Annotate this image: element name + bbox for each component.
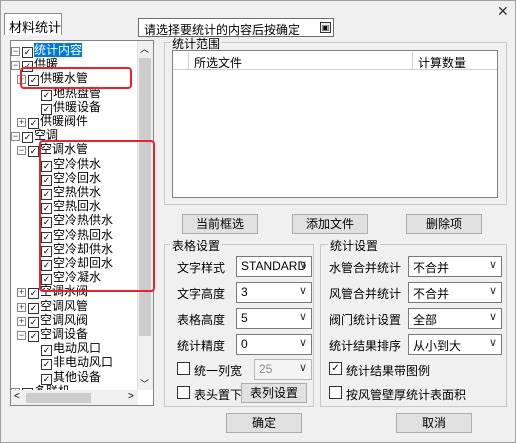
expand-icon[interactable]: + [17,288,26,298]
chevron-down-icon: ∨ [298,311,307,323]
tree-item[interactable]: ✓ 供暖设备 [41,99,102,115]
precision-value: 0 [241,337,248,351]
header-bottom-label: 表头置下 [194,388,243,402]
duct-merge-select[interactable]: 不合并 ∨ [408,282,502,303]
precision-label: 统计精度 [177,339,226,353]
expand-icon[interactable]: + [17,118,26,127]
tree-item[interactable]: − ✓ 空调设备 [17,327,89,342]
wall-thickness-checkbox[interactable] [329,386,342,399]
chevron-down-icon: ∨ [488,259,497,271]
tab-material-statistics[interactable]: 材料统计 [4,13,62,35]
precision-select[interactable]: 0 ∨ [236,334,312,355]
collapse-icon[interactable]: − [11,47,20,56]
chevron-down-icon: ∨ [298,285,307,297]
table-height-select[interactable]: 5 ∨ [236,308,312,329]
table-settings-label: 表格设置 [170,237,223,254]
chevron-down-icon: ∨ [488,337,497,349]
tree-item[interactable]: ✓ 其他设备 [41,369,102,385]
tree-item-label: 空调设备 [40,327,89,341]
collapse-icon[interactable]: − [11,132,20,142]
tree-item-label: 电动风口 [53,341,102,356]
tree-item[interactable]: ✓ 非电动风口 [41,355,114,371]
list-header-file[interactable]: 所选文件 [189,52,413,70]
chevron-down-icon: ∨ [298,259,307,271]
cancel-button[interactable]: 取消 [396,413,472,433]
chevron-down-icon: ∨ [298,337,307,349]
pipe-merge-value: 不合并 [413,261,450,275]
tree-item[interactable]: + ✓ 空调风管 [17,298,89,314]
uniform-width-select: 25 ∨ [254,359,312,380]
close-icon[interactable]: ✕ [497,3,509,20]
legend-checkbox[interactable]: ✓ [329,362,342,375]
text-style-select[interactable]: STANDARD ∨ [236,256,312,277]
highlight-box-heating-pipe [20,67,132,89]
pipe-merge-select[interactable]: 不合并 ∨ [408,256,502,277]
chevron-down-icon: ∨ [488,311,497,323]
current-frame-button[interactable]: 当前框选 [182,214,258,234]
valve-setting-select[interactable]: 全部 ∨ [408,308,502,329]
sort-select[interactable]: 从小到大 ∨ [408,334,502,355]
tree-checkbox[interactable]: ✓ [28,146,39,158]
stat-settings-label: 统计设置 [328,237,381,254]
sort-label: 统计结果排序 [329,339,402,353]
list-header-blank [173,52,189,70]
tree-item-label: 供暖阀件 [40,114,89,128]
tree-item-label: 其他设备 [53,369,102,384]
uniform-width-value: 25 [259,362,273,376]
expand-icon[interactable]: + [17,316,26,326]
tree-item[interactable]: ✓ 电动风口 [41,341,102,357]
chevron-down-icon: ∨ [298,362,307,374]
scroll-left-icon[interactable]: < [14,391,20,402]
text-style-value: STANDARD [241,259,307,273]
ok-button[interactable]: 确定 [226,413,302,433]
expand-icon[interactable]: + [17,302,26,312]
tree-hscroll-thumb[interactable] [26,393,91,403]
uniform-width-checkbox[interactable] [177,362,190,375]
duct-merge-value: 不合并 [413,287,450,301]
uniform-width-label: 统一列宽 [194,364,243,378]
delete-item-button[interactable]: 删除项 [406,214,482,234]
text-style-label: 文字样式 [177,261,226,275]
wall-thickness-label: 按风管壁厚统计表面积 [346,388,467,402]
duct-merge-label: 风管合并统计 [329,287,402,301]
tree-item-label: 统计内容 [34,43,83,57]
scroll-up-icon[interactable]: ︿ [140,42,149,55]
collapse-icon[interactable]: − [17,331,26,340]
text-height-select[interactable]: 3 ∨ [236,282,312,303]
table-height-label: 表格高度 [177,313,226,327]
legend-label: 统计结果带图例 [346,364,431,378]
tree-item[interactable]: − ✓ 统计内容 [11,43,83,58]
valve-setting-label: 阀门统计设置 [329,313,402,327]
text-height-value: 3 [241,285,248,299]
tree-item-label: 空调风管 [40,298,89,313]
scroll-down-icon[interactable]: ﹀ [140,377,149,390]
tooltip: 请选择要统计的内容后按确定 [138,18,334,37]
tree-item[interactable]: + ✓ 供暖阀件 [17,114,89,129]
tree-item[interactable]: + ✓ 空调风阀 [17,312,89,328]
text-height-label: 文字高度 [177,287,226,301]
table-height-value: 5 [241,311,248,325]
tree-item-label: 供暖设备 [53,99,102,114]
file-list[interactable]: 所选文件 计算数量 [172,50,498,198]
valve-setting-value: 全部 [413,313,438,327]
chevron-down-icon: ∨ [488,285,497,297]
pipe-merge-label: 水管合并统计 [329,261,402,275]
header-bottom-checkbox[interactable] [177,386,190,399]
scroll-right-icon[interactable]: > [128,391,134,402]
sort-value: 从小到大 [413,339,462,353]
collapse-icon[interactable]: − [11,61,20,71]
check-icon: ✓ [331,363,340,374]
highlight-box-ac-pipe [39,140,155,292]
tree-item-label: 空调风阀 [40,312,89,327]
add-file-button[interactable]: 添加文件 [292,214,368,234]
list-header-count[interactable]: 计算数量 [413,52,497,70]
column-setting-button[interactable]: 表列设置 [241,383,307,403]
tooltip-icon: ▣ [320,22,331,33]
collapse-icon[interactable]: − [17,146,26,156]
tree-item-label: 非电动风口 [53,355,114,370]
tree-checkbox[interactable]: ✓ [28,331,39,342]
